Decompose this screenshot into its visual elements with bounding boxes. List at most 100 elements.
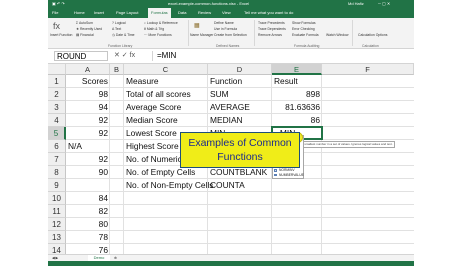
autosum-button[interactable]: Σ AutoSum — [76, 21, 93, 25]
show-formulas-button[interactable]: Show Formulas — [292, 21, 316, 25]
fx-icon[interactable]: fx — [53, 21, 60, 31]
formula-input[interactable]: =MIN — [152, 51, 407, 61]
score-cell[interactable]: 78 — [66, 231, 108, 244]
tab-view[interactable]: View — [222, 8, 231, 18]
row-header-12[interactable]: 12 — [48, 218, 66, 231]
tab-review[interactable]: Review — [198, 8, 211, 18]
row-header-1[interactable]: 1 — [48, 75, 66, 88]
window-controls-icon[interactable]: ─ ▢ ✕ — [378, 0, 390, 8]
row-header-5[interactable]: 5 — [48, 127, 66, 140]
calculation-label: Calculation — [362, 44, 379, 48]
result-cell[interactable]: 81.63636 — [274, 101, 320, 114]
math-trig-button[interactable]: θ Math & Trig — [144, 27, 164, 31]
tab-data[interactable]: Data — [178, 8, 186, 18]
function-header[interactable]: Function — [210, 75, 270, 88]
function-cell[interactable]: MEDIAN — [210, 114, 270, 127]
function-cell[interactable]: COUNTA — [210, 179, 270, 192]
evaluate-formula-button[interactable]: Evaluate Formula — [292, 33, 319, 37]
result-cell[interactable]: 898 — [274, 88, 320, 101]
formula-bar: ROUND ✕ ✓ fx =MIN — [48, 49, 414, 64]
formula-bar-icons[interactable]: ✕ ✓ fx — [114, 51, 135, 61]
date-time-button[interactable]: ◷ Date & Time — [112, 33, 135, 37]
row-header-2[interactable]: 2 — [48, 88, 66, 101]
row-header-7[interactable]: 7 — [48, 153, 66, 166]
use-in-formula-button[interactable]: Use in Formula — [214, 27, 237, 31]
column-header-b[interactable]: B — [110, 64, 124, 75]
formula-auditing-label: Formula Auditing — [294, 44, 320, 48]
user-name[interactable]: Md Hafiz — [348, 0, 364, 8]
window-title: excel-example-common-functions.xlsx - Ex… — [168, 1, 250, 6]
watch-window-button[interactable]: Watch Window — [326, 33, 348, 37]
text-button[interactable]: A Text — [112, 27, 121, 31]
name-manager-button[interactable]: Name Manager — [190, 33, 213, 37]
result-header[interactable]: Result — [274, 75, 320, 88]
row-header-11[interactable]: 11 — [48, 205, 66, 218]
score-cell[interactable]: 92 — [66, 127, 108, 140]
function-icon: f — [274, 169, 277, 173]
grid-line — [66, 204, 414, 205]
tell-me-search[interactable]: Tell me what you want to do — [244, 8, 293, 18]
score-cell[interactable]: 82 — [66, 205, 108, 218]
trace-precedents-button[interactable]: Trace Precedents — [258, 21, 285, 25]
tab-insert[interactable]: Insert — [94, 8, 104, 18]
row-header-3[interactable]: 3 — [48, 101, 66, 114]
tab-home[interactable]: Home — [74, 8, 85, 18]
create-from-selection-button[interactable]: Create from Selection — [214, 33, 247, 37]
define-name-button[interactable]: Define Name — [214, 21, 234, 25]
calculation-options-button[interactable]: Calculation Options — [358, 33, 387, 37]
tab-file[interactable]: File — [52, 8, 58, 18]
score-cell[interactable]: 94 — [66, 101, 108, 114]
row-header-10[interactable]: 10 — [48, 192, 66, 205]
insert-function-button[interactable]: Insert Function — [50, 33, 72, 37]
column-header-e[interactable]: E — [272, 64, 322, 75]
measure-cell[interactable]: No. of Non-Empty Cells — [126, 179, 214, 192]
name-box[interactable]: ROUND — [54, 51, 108, 61]
more-functions-button[interactable]: ⋯ More Functions — [144, 33, 172, 37]
row-header-8[interactable]: 8 — [48, 166, 66, 179]
function-cell[interactable]: SUM — [210, 88, 270, 101]
row-header-4[interactable]: 4 — [48, 114, 66, 127]
select-all-corner[interactable] — [48, 64, 66, 75]
score-cell[interactable]: 92 — [66, 153, 108, 166]
autocomplete-item-label: NUMBERVALUE — [279, 172, 304, 177]
scores-header[interactable]: Scores — [66, 75, 108, 88]
measure-header[interactable]: Measure — [126, 75, 206, 88]
measure-cell[interactable]: Median Score — [126, 114, 206, 127]
score-cell[interactable]: 98 — [66, 88, 108, 101]
defined-names-label: Defined Names — [216, 44, 240, 48]
score-cell[interactable]: 84 — [66, 192, 108, 205]
error-checking-button[interactable]: Error Checking — [292, 27, 315, 31]
score-cell[interactable]: N/A — [68, 140, 108, 153]
column-header-d[interactable]: D — [208, 64, 272, 75]
remove-arrows-button[interactable]: Remove Arrows — [258, 33, 282, 37]
column-header-f[interactable]: F — [322, 64, 414, 75]
title-bar: ▣ ↶ ↷ excel-example-common-functions.xls… — [48, 0, 414, 8]
score-cell[interactable]: 80 — [66, 218, 108, 231]
excel-window: ▣ ↶ ↷ excel-example-common-functions.xls… — [48, 0, 414, 266]
name-manager-icon[interactable]: ▦ — [194, 23, 200, 30]
callout-line-1: Examples of Common — [188, 137, 292, 149]
column-header-a[interactable]: A — [66, 64, 110, 75]
score-cell[interactable]: 90 — [66, 166, 108, 179]
ribbon-divider — [188, 20, 189, 46]
function-cell[interactable]: AVERAGE — [210, 101, 270, 114]
lookup-button[interactable]: ⌕ Lookup & Reference — [144, 21, 178, 25]
measure-cell[interactable]: Total of all scores — [126, 88, 206, 101]
quick-access-icon[interactable]: ▣ ↶ ↷ — [52, 0, 65, 8]
autocomplete-item[interactable]: f NUMBERVALUE — [273, 172, 304, 178]
function-icon: f — [274, 173, 277, 177]
recently-used-button[interactable]: ★ Recently Used — [76, 27, 102, 31]
score-cell[interactable]: 92 — [66, 114, 108, 127]
autocomplete-item-label: NORMINV — [279, 168, 295, 173]
row-header-9[interactable]: 9 — [48, 179, 66, 192]
ribbon-divider — [254, 20, 255, 46]
measure-cell[interactable]: Average Score — [126, 101, 206, 114]
tab-formulas[interactable]: Formulas — [148, 8, 171, 18]
column-header-c[interactable]: C — [124, 64, 208, 75]
tab-page-layout[interactable]: Page Layout — [116, 8, 138, 18]
trace-dependents-button[interactable]: Trace Dependents — [258, 27, 286, 31]
financial-button[interactable]: ▤ Financial — [76, 33, 94, 37]
row-header-6[interactable]: 6 — [48, 140, 66, 153]
logical-button[interactable]: ? Logical — [112, 21, 126, 25]
row-header-13[interactable]: 13 — [48, 231, 66, 244]
